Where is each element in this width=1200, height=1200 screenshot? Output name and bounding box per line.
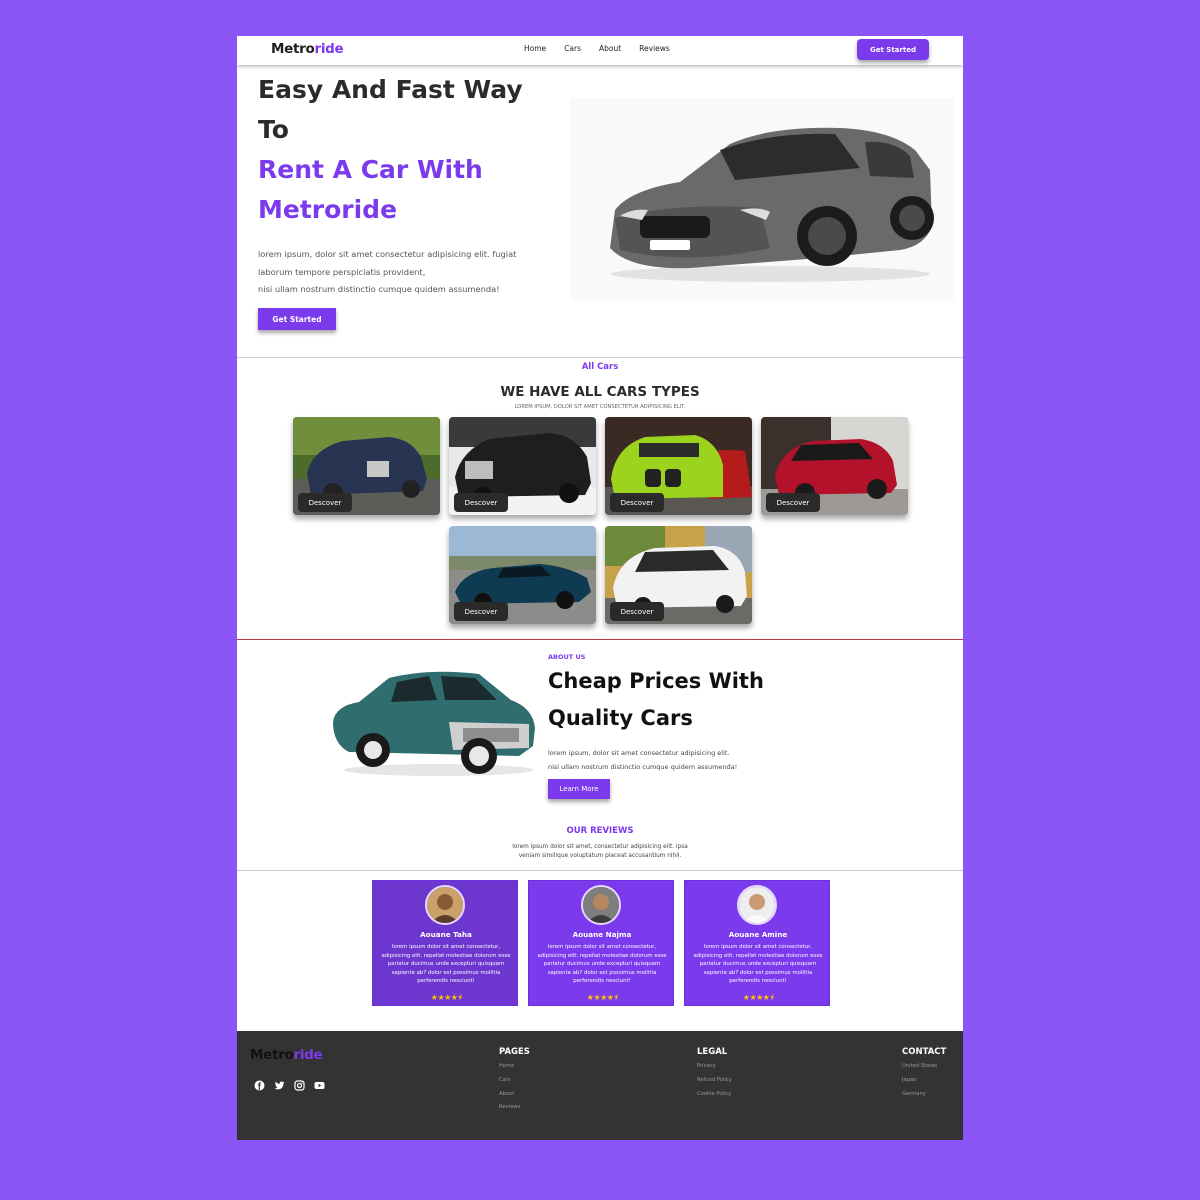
brand-logo[interactable]: Metroride [271,41,344,57]
discover-button[interactable]: Descover [454,602,508,621]
hero-description-line: laborum tempore perspiciatis provident, [258,266,426,277]
star-rating: ★★★★⯨ [742,993,774,1002]
footer-pages-column: PAGES Home Cars About Reviews [499,1047,530,1118]
footer-contact-united-states[interactable]: United States [902,1063,946,1077]
cars-section-tag: All Cars [581,362,619,372]
footer-contact-column: CONTACT United States Japan Germany [902,1047,946,1104]
cars-section-subtitle: LOREM IPSUM, DOLOR SIT AMET CONSECTETUR … [514,404,686,410]
footer-link-home[interactable]: Home [499,1063,530,1077]
nav-get-started-button[interactable]: Get Started [857,39,929,60]
about-description-line: lorem ipsum, dolor sit amet consectetur … [548,749,730,757]
about-section-tag: ABOUT US [548,653,586,661]
car-card-rolls-royce-black[interactable]: Descover [449,417,596,515]
review-text: lorem ipsum dolor sit amet consectetur, … [693,944,823,985]
hero-title-line3: Rent A Car With [258,155,483,184]
discover-button[interactable]: Descover [454,493,508,512]
avatar [425,885,465,925]
review-card: Aouane Najma lorem ipsum dolor sit amet … [528,880,674,1006]
car-card-peugeot-red[interactable]: Descover [761,417,908,515]
hero-get-started-button[interactable]: Get Started [258,308,336,330]
brand-logo-part2: ride [293,1047,323,1063]
footer-brand-logo[interactable]: Metroride [250,1047,323,1063]
review-text: lorem ipsum dolor sit amet consectetur, … [537,944,667,985]
divider [237,357,963,358]
review-card: Aouane Taha lorem ipsum dolor sit amet c… [372,880,518,1006]
car-card-bmw-green[interactable]: Descover [605,417,752,515]
facebook-icon[interactable] [254,1076,265,1091]
review-text: lorem ipsum dolor sit amet consectetur, … [381,944,511,985]
discover-button[interactable]: Descover [610,493,664,512]
footer-contact-heading: CONTACT [902,1047,947,1057]
reviews-subtitle-line: veniam similique voluptatum placeat accu… [518,853,682,859]
discover-button[interactable]: Descover [766,493,820,512]
footer-link-about[interactable]: About [499,1091,530,1105]
cars-section-title: WE HAVE ALL CARS TYPES [500,384,700,400]
hero-description-line: nisi ullam nostrum distinctio cumque qui… [258,284,500,294]
brand-logo-part1: Metro [250,1047,294,1063]
hero-title-line2: To [258,115,289,144]
instagram-icon[interactable] [294,1076,305,1091]
footer-link-reviews[interactable]: Reviews [499,1104,530,1118]
about-description: lorem ipsum, dolor sit amet consectetur … [548,747,788,774]
footer-contact-japan[interactable]: Japan [902,1077,946,1091]
avatar [737,885,777,925]
about-title-line1: Cheap Prices With [548,669,764,693]
discover-button[interactable]: Descover [298,493,352,512]
nav-link-about[interactable]: About [599,44,621,53]
footer-legal-column: LEGAL Privacy Refund Policy Cookie Polic… [697,1047,732,1104]
divider [237,639,963,640]
nav-link-cars[interactable]: Cars [564,44,581,53]
learn-more-button[interactable]: Learn More [548,779,610,799]
car-card-kia-white[interactable]: Descover [605,526,752,624]
footer-contact-germany[interactable]: Germany [902,1091,946,1105]
avatar [581,885,621,925]
navbar: Metroride Home Cars About Reviews Get St… [237,36,963,65]
footer-pages-heading: PAGES [499,1047,530,1057]
divider [237,870,963,871]
nav-links: Home Cars About Reviews [524,44,688,53]
hero-description-line: lorem ipsum, dolor sit amet consectetur … [258,249,517,259]
review-card: Aouane Amine lorem ipsum dolor sit amet … [684,880,830,1006]
star-rating: ★★★★⯨ [586,993,618,1002]
hero-description: lorem ipsum, dolor sit amet consectetur … [258,246,558,299]
hero-title-line4: Metroride [258,195,398,224]
about-title-line2: Quality Cars [548,706,693,730]
footer-link-privacy[interactable]: Privacy [697,1063,732,1077]
vintage-car-image [333,671,535,776]
nav-link-reviews[interactable]: Reviews [639,44,670,53]
twitter-icon[interactable] [274,1076,285,1090]
footer-legal-heading: LEGAL [697,1047,728,1057]
reviewer-name: Aouane Taha [420,930,472,939]
discover-button[interactable]: Descover [610,602,664,621]
footer-link-refund-policy[interactable]: Refund Policy [697,1077,732,1091]
reviews-section-subtitle: lorem ipsum dolor sit amet, consectetur … [237,843,963,861]
star-rating: ★★★★⯨ [430,993,462,1002]
footer: Metroride PAGES Home Cars About Reviews … [237,1031,963,1140]
reviews-section-tag: OUR REVIEWS [566,826,634,836]
car-card-rimac-blue[interactable]: Descover [449,526,596,624]
reviewer-name: Aouane Najma [572,930,632,939]
youtube-icon[interactable] [314,1076,325,1089]
reviewer-name: Aouane Amine [728,930,788,939]
page: Metroride Home Cars About Reviews Get St… [237,36,963,1140]
social-links [254,1076,325,1091]
hero-sports-car-image [570,98,954,300]
brand-logo-part1: Metro [271,41,315,57]
footer-link-cookie-policy[interactable]: Cookie Policy [697,1091,732,1105]
footer-link-cars[interactable]: Cars [499,1077,530,1091]
reviews-subtitle-line: lorem ipsum dolor sit amet, consectetur … [512,844,688,850]
nav-link-home[interactable]: Home [524,44,546,53]
brand-logo-part2: ride [314,41,344,57]
hero-title-line1: Easy And Fast Way [258,75,523,104]
car-card-rolls-royce-blue[interactable]: Descover [293,417,440,515]
about-description-line: nisi ullam nostrum distinctio cumque qui… [548,762,738,771]
